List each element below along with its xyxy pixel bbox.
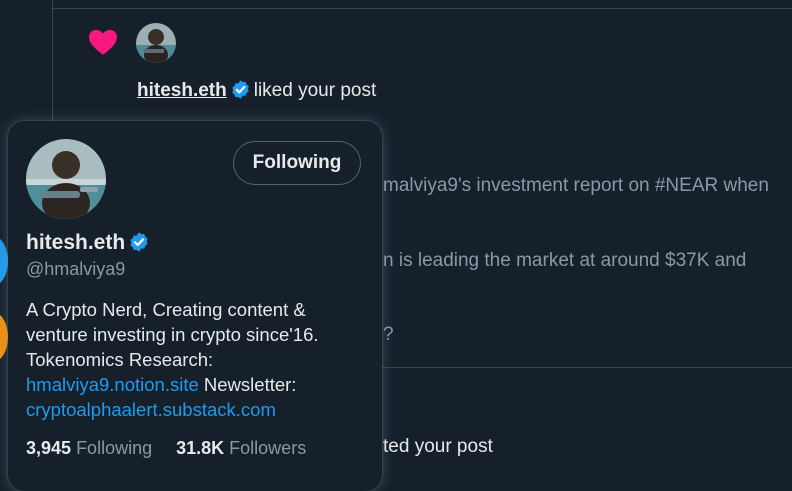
following-count: 3,945 [26, 438, 72, 458]
bio-line: A Crypto Nerd, Creating content & [26, 299, 306, 320]
notification-user-name[interactable]: hitesh.eth [137, 80, 227, 101]
divider [53, 8, 792, 9]
bio-line: Tokenomics Research: [26, 349, 214, 370]
bio-text: Newsletter: [203, 374, 297, 395]
followers-stat[interactable]: 31.8K Followers [176, 438, 306, 458]
verified-badge-icon [130, 232, 148, 252]
verified-badge-icon [232, 80, 249, 99]
partial-avatar[interactable] [0, 236, 8, 286]
following-button[interactable]: Following [233, 141, 361, 185]
bio-link-substack[interactable]: cryptoalphaalert.substack.com [26, 399, 276, 420]
followers-count: 31.8K [176, 438, 225, 458]
like-notification-text: hitesh.eth liked your post [137, 79, 376, 102]
profile-bio: A Crypto Nerd, Creating content & ventur… [26, 297, 376, 422]
profile-handle[interactable]: @hmalviya9 [26, 259, 125, 280]
partial-avatar[interactable] [0, 312, 8, 362]
avatar[interactable] [136, 23, 176, 63]
notification-action: liked your post [253, 80, 377, 101]
bio-line: venture investing in crypto since'16. [26, 324, 319, 345]
profile-name-text[interactable]: hitesh.eth [26, 231, 125, 254]
profile-avatar[interactable] [26, 139, 106, 219]
profile-hover-card: Following hitesh.eth @hmalviya9 A Crypto… [8, 121, 382, 491]
profile-stats: 3,945 Following 31.8K Followers [26, 438, 306, 459]
followers-label: Followers [229, 438, 307, 458]
bio-link-notion[interactable]: hmalviya9.notion.site [26, 374, 199, 395]
following-label: Following [76, 438, 153, 458]
profile-name[interactable]: hitesh.eth [26, 231, 153, 255]
post-text-line: n is leading the market at around $37K a… [383, 250, 747, 271]
second-notification-text: ted your post [383, 436, 493, 457]
heart-icon [89, 29, 117, 55]
post-text-line: malviya9's investment report on #NEAR wh… [383, 175, 769, 196]
post-text-line: ? [383, 324, 394, 345]
following-stat[interactable]: 3,945 Following [26, 438, 152, 458]
